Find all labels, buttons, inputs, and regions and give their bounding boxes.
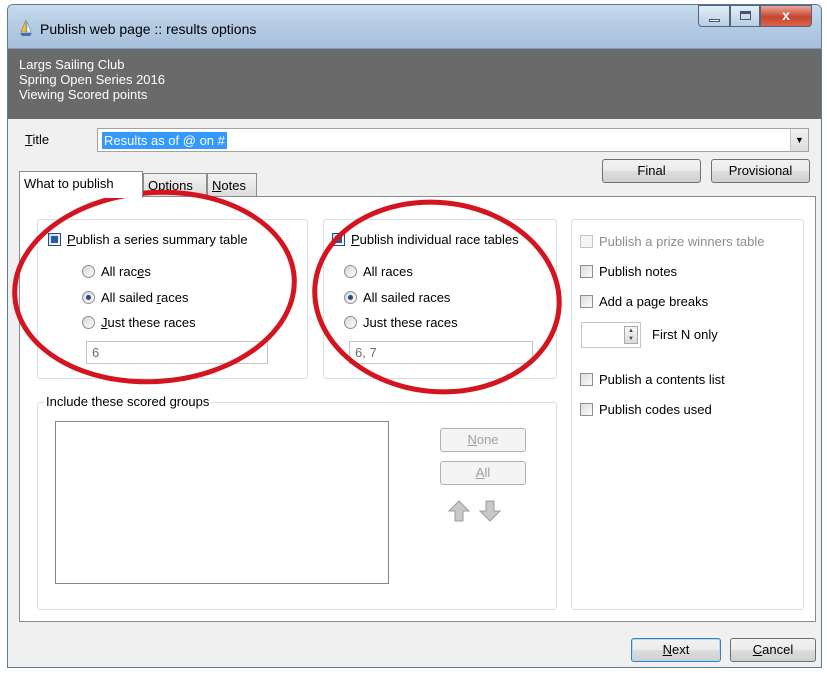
contents-list-checkbox[interactable]: Publish a contents list [580,372,725,387]
close-icon: x [782,7,790,23]
scored-groups-title: Include these scored groups [44,394,212,409]
series-all-sailed-races-radio[interactable]: All sailed races [82,290,188,305]
scored-groups-box: Include these scored groups None All [37,394,557,610]
sailboat-icon [20,19,32,36]
final-button[interactable]: Final [602,159,701,183]
scored-groups-list[interactable] [55,421,389,584]
radio-circle[interactable] [344,316,357,329]
first-n-label: First N only [652,327,718,342]
individual-all-races-radio[interactable]: All races [344,264,413,279]
individual-races-checkbox[interactable]: Publish individual race tables [332,232,519,247]
close-button[interactable]: x [760,5,812,27]
cancel-button[interactable]: Cancel [730,638,816,662]
checkbox-box[interactable] [332,233,345,246]
title-combobox[interactable]: Results as of @ on # ▼ [97,128,809,152]
title-label: Title [25,132,50,147]
club-name: Largs Sailing Club [19,57,125,72]
minimize-button[interactable] [698,5,730,27]
spin-arrows-icon[interactable]: ▲ ▼ [624,326,638,344]
individual-races-label: Publish individual race tables [351,232,519,247]
checkbox-box[interactable] [48,233,61,246]
checkbox-box[interactable] [580,265,593,278]
tab-what-to-publish[interactable]: What to publish [19,171,143,198]
checkbox-box[interactable] [580,403,593,416]
codes-used-checkbox[interactable]: Publish codes used [580,402,712,417]
series-summary-label: Publish a series summary table [67,232,248,247]
series-races-input[interactable]: 6 [86,341,268,364]
radio-circle[interactable] [82,316,95,329]
chevron-down-icon[interactable]: ▼ [790,129,808,151]
maximize-icon [740,11,751,20]
radio-circle[interactable] [82,291,95,304]
individual-races-group: Publish individual race tables All races… [323,219,557,379]
first-n-spinner[interactable]: ▲ ▼ [581,322,641,348]
checkbox-box[interactable] [580,373,593,386]
down-arrow-icon[interactable] [479,500,501,522]
maximize-button[interactable] [730,5,760,27]
series-all-races-radio[interactable]: All races [82,264,151,279]
series-just-these-races-radio[interactable]: Just these races [82,315,196,330]
publish-notes-checkbox[interactable]: Publish notes [580,264,677,279]
what-to-publish-panel: Publish a series summary table All races… [19,196,816,622]
none-button[interactable]: None [440,428,526,452]
individual-just-these-races-radio[interactable]: Just these races [344,315,458,330]
info-header: Largs Sailing Club Spring Open Series 20… [8,49,821,119]
series-name: Spring Open Series 2016 [19,72,165,87]
tab-options[interactable]: Options [143,173,207,197]
page-breaks-checkbox[interactable]: Add a page breaks [580,294,708,309]
series-summary-checkbox[interactable]: Publish a series summary table [48,232,248,247]
prize-winners-checkbox[interactable]: Publish a prize winners table [580,234,764,249]
publish-options-group: Publish a prize winners table Publish no… [571,219,804,610]
up-arrow-icon[interactable] [448,500,470,522]
window-title: Publish web page :: results options [40,21,257,37]
individual-races-input[interactable]: 6, 7 [349,341,533,364]
individual-all-sailed-races-radio[interactable]: All sailed races [344,290,450,305]
radio-circle[interactable] [344,291,357,304]
series-summary-group: Publish a series summary table All races… [37,219,308,379]
checkbox-box[interactable] [580,295,593,308]
all-button[interactable]: All [440,461,526,485]
tab-notes[interactable]: Notes [207,173,257,197]
checkbox-box[interactable] [580,235,593,248]
radio-circle[interactable] [82,265,95,278]
next-button[interactable]: Next [631,638,721,662]
viewing-mode: Viewing Scored points [19,87,148,102]
radio-circle[interactable] [344,265,357,278]
minimize-icon [709,19,720,22]
title-bar[interactable]: Publish web page :: results options x [8,5,821,49]
title-value: Results as of @ on # [102,132,227,149]
provisional-button[interactable]: Provisional [711,159,810,183]
